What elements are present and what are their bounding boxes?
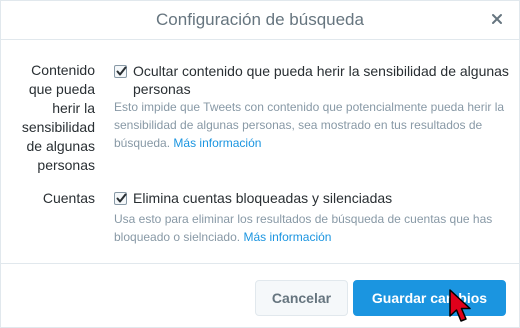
- sensitive-content-option[interactable]: Ocultar contenido que pueda herir la sen…: [114, 62, 509, 98]
- blocked-muted-accounts-checkbox-label: Elimina cuentas bloqueadas y silenciadas: [133, 190, 393, 206]
- dialog-header: Configuración de búsqueda: [1, 1, 519, 40]
- sensitive-content-checkbox[interactable]: [114, 65, 127, 78]
- accounts-section-label: Cuentas: [42, 190, 95, 206]
- sensitive-content-help: Esto impide que Tweets con contenido que…: [114, 98, 509, 152]
- blocked-muted-accounts-checkbox[interactable]: [114, 192, 127, 205]
- accounts-option[interactable]: Elimina cuentas bloqueadas y silenciadas: [114, 189, 509, 207]
- sensitive-content-section-label: Contenido que pueda herir la sensibilida…: [21, 62, 95, 173]
- dialog-title: Configuración de búsqueda: [156, 10, 364, 29]
- cancel-button[interactable]: Cancelar: [255, 280, 348, 316]
- save-changes-button[interactable]: Guardar cambios: [353, 280, 506, 316]
- sensitive-content-more-info-link[interactable]: Más información: [173, 136, 261, 150]
- accounts-more-info-link[interactable]: Más información: [243, 230, 331, 244]
- search-settings-dialog: Configuración de búsqueda Contenido que …: [0, 0, 520, 328]
- checkmark-icon: [116, 66, 127, 76]
- footer-divider: [1, 263, 519, 264]
- sensitive-content-checkbox-label: Ocultar contenido que pueda herir la sen…: [133, 63, 509, 97]
- accounts-help: Usa esto para eliminar los resultados de…: [114, 210, 509, 246]
- close-icon[interactable]: [489, 11, 505, 27]
- checkmark-icon: [116, 193, 127, 203]
